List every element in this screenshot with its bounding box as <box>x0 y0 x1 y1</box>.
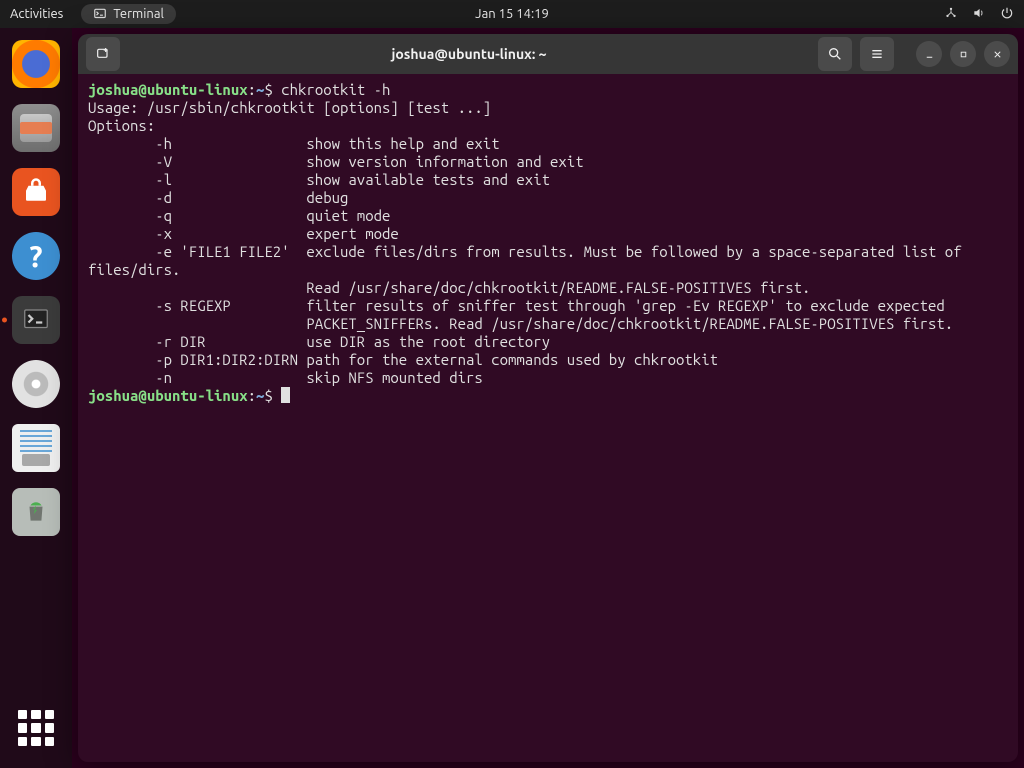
titlebar: joshua@ubuntu-linux: ~ <box>78 34 1018 74</box>
activities-button[interactable]: Activities <box>10 7 63 21</box>
sound-icon[interactable] <box>972 6 986 23</box>
opt-s-desc: filter results of sniffer test through '… <box>306 297 944 314</box>
opt-d-flag: -d <box>88 189 306 206</box>
opt-p-desc: path for the external commands used by c… <box>306 351 718 368</box>
out-usage: Usage: /usr/sbin/chkrootkit [options] [t… <box>88 99 491 116</box>
opt-x-flag: -x <box>88 225 306 242</box>
ubuntu-dock: ? <box>0 28 72 768</box>
opt-e-desc: exclude files/dirs from results. Must be… <box>306 243 961 260</box>
opt-r-flag: -r DIR <box>88 333 306 350</box>
terminal-window: joshua@ubuntu-linux: ~ joshua@ubuntu-lin… <box>78 34 1018 762</box>
terminal-icon[interactable] <box>12 296 60 344</box>
out-options-label: Options: <box>88 117 155 134</box>
close-button[interactable] <box>984 41 1010 67</box>
opt-n-flag: -n <box>88 369 306 386</box>
network-icon[interactable] <box>944 6 958 23</box>
search-button[interactable] <box>818 37 852 71</box>
opt-q-desc: quiet mode <box>306 207 390 224</box>
save-icon[interactable] <box>12 424 60 472</box>
firefox-icon[interactable] <box>12 40 60 88</box>
maximize-button[interactable] <box>950 41 976 67</box>
show-applications-icon[interactable] <box>18 710 54 746</box>
help-icon[interactable]: ? <box>12 232 60 280</box>
opt-h-desc: show this help and exit <box>306 135 499 152</box>
window-title: joshua@ubuntu-linux: ~ <box>128 46 810 62</box>
hamburger-menu-button[interactable] <box>860 37 894 71</box>
out-wrap-2: Read /usr/share/doc/chkrootkit/README.FA… <box>88 279 810 296</box>
out-wrap-1: files/dirs. <box>88 261 180 278</box>
out-wrap-3: PACKET_SNIFFERs. Read /usr/share/doc/chk… <box>88 315 953 332</box>
opt-V-flag: -V <box>88 153 306 170</box>
trash-icon[interactable] <box>12 488 60 536</box>
opt-h-flag: -h <box>88 135 306 152</box>
cursor <box>281 387 290 403</box>
opt-d-desc: debug <box>306 189 348 206</box>
opt-e-flag: -e 'FILE1 FILE2' <box>88 243 306 260</box>
files-icon[interactable] <box>12 104 60 152</box>
prompt2-user: joshua <box>88 387 138 404</box>
terminal-content[interactable]: joshua@ubuntu-linux:~$ chkrootkit -h Usa… <box>78 74 1018 762</box>
opt-x-desc: expert mode <box>306 225 398 242</box>
app-menu-label: Terminal <box>113 7 164 21</box>
opt-n-desc: skip NFS mounted dirs <box>306 369 482 386</box>
software-icon[interactable] <box>12 168 60 216</box>
power-icon[interactable] <box>1000 6 1014 23</box>
gnome-topbar: Activities Terminal Jan 15 14:19 <box>0 0 1024 28</box>
opt-l-flag: -l <box>88 171 306 188</box>
opt-p-flag: -p DIR1:DIR2:DIRN <box>88 351 306 368</box>
prompt-host: ubuntu-linux <box>147 81 248 98</box>
prompt-user: joshua <box>88 81 138 98</box>
disc-icon[interactable] <box>12 360 60 408</box>
clock[interactable]: Jan 15 14:19 <box>475 7 549 21</box>
app-menu[interactable]: Terminal <box>81 4 176 24</box>
command-1: chkrootkit -h <box>281 81 390 98</box>
new-tab-button[interactable] <box>86 37 120 71</box>
opt-r-desc: use DIR as the root directory <box>306 333 550 350</box>
minimize-button[interactable] <box>916 41 942 67</box>
opt-V-desc: show version information and exit <box>306 153 583 170</box>
opt-q-flag: -q <box>88 207 306 224</box>
opt-l-desc: show available tests and exit <box>306 171 550 188</box>
opt-s-flag: -s REGEXP <box>88 297 306 314</box>
